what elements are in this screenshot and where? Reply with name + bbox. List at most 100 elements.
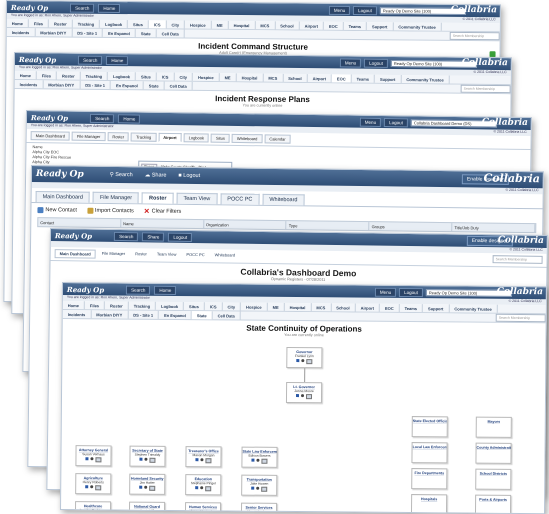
nav-situs[interactable]: Situs: [184, 302, 205, 310]
search-button[interactable]: ⚲ Search: [106, 171, 137, 179]
clear-filters-button[interactable]: ✕Clear Filters: [144, 207, 182, 215]
subnav-espanol[interactable]: En Espanol: [111, 81, 144, 89]
nav-tracking[interactable]: Tracking: [81, 72, 109, 80]
nav-airport[interactable]: Airport: [300, 22, 324, 30]
subnav-espanol[interactable]: En Espanol: [103, 29, 136, 37]
phone-icon[interactable]: [195, 458, 198, 461]
subnav-cell-data[interactable]: Cell Data: [213, 311, 241, 319]
subnav-ds-site[interactable]: DS - Site 1: [80, 81, 111, 89]
mail-icon[interactable]: [261, 459, 267, 464]
tab-whiteboard[interactable]: Whiteboard: [211, 251, 240, 260]
tab-team-view[interactable]: Team View: [153, 250, 181, 259]
nav-support[interactable]: Support: [367, 22, 393, 30]
nav-home[interactable]: Home: [15, 71, 37, 79]
home-button[interactable]: Home: [118, 114, 140, 123]
logout-button[interactable]: Logout: [384, 118, 408, 127]
nav-community-trustee[interactable]: Community Trustee: [401, 75, 449, 84]
search-input[interactable]: Search Membership: [450, 32, 500, 40]
tab-calendar[interactable]: Calendar: [264, 134, 290, 143]
org-box-department[interactable]: AgricultureHenry Roberts: [75, 473, 111, 494]
logout-button[interactable]: Logout: [353, 6, 377, 15]
org-box-department[interactable]: Homeland SecurityJim Hatter: [129, 474, 165, 495]
nav-eoc[interactable]: EOC: [332, 74, 352, 82]
column-header[interactable]: Groups: [370, 222, 453, 231]
tab-pocc-pc[interactable]: POCC PC: [220, 193, 259, 204]
subnav-espanol[interactable]: En Espanol: [159, 311, 192, 319]
org-box-department[interactable]: Treasurer's OfficeMason Morgan: [185, 446, 221, 467]
person-icon[interactable]: [200, 458, 203, 461]
nav-ics[interactable]: ICS: [157, 72, 175, 80]
person-icon[interactable]: [256, 487, 259, 490]
nav-community-trustee[interactable]: Community Trustee: [449, 304, 497, 312]
nav-teams[interactable]: Teams: [400, 304, 423, 312]
nav-roster[interactable]: Roster: [57, 71, 81, 79]
nav-situs[interactable]: Situs: [128, 20, 149, 28]
nav-teams[interactable]: Teams: [352, 75, 375, 83]
nav-community-trustee[interactable]: Community Trustee: [393, 22, 441, 30]
phone-icon[interactable]: [195, 486, 198, 489]
nav-situs[interactable]: Situs: [136, 72, 157, 80]
org-box-department[interactable]: HealthcareJennifer Rodriguez: [75, 501, 111, 514]
nav-support[interactable]: Support: [423, 304, 449, 312]
nav-me[interactable]: ME: [268, 303, 285, 311]
phone-icon[interactable]: [296, 394, 299, 397]
nav-city[interactable]: City: [174, 73, 193, 81]
org-box-group[interactable]: County Administrations: [475, 443, 511, 464]
search-input[interactable]: Search Membership: [493, 255, 543, 264]
tab-logbook[interactable]: Logbook: [184, 133, 209, 142]
subnav-state[interactable]: State: [136, 29, 157, 37]
mail-icon[interactable]: [95, 485, 101, 490]
subnav-morbian[interactable]: Morbian DIYY: [91, 310, 128, 318]
nav-teams[interactable]: Teams: [344, 22, 367, 30]
subnav-incidents[interactable]: Incidents: [15, 80, 44, 88]
home-button[interactable]: Home: [154, 285, 176, 294]
person-icon[interactable]: [301, 394, 304, 397]
tab-main-dashboard[interactable]: Main Dashboard: [36, 191, 90, 203]
subnav-state[interactable]: State: [144, 81, 165, 89]
search-input[interactable]: Search Membership: [496, 314, 546, 322]
org-box-department[interactable]: Attorney GeneralSusan Verhaus: [75, 445, 111, 466]
mail-icon[interactable]: [205, 486, 211, 491]
tab-situs[interactable]: Situs: [211, 134, 230, 143]
nav-home[interactable]: Home: [7, 19, 29, 27]
tab-roster[interactable]: Roster: [107, 132, 129, 141]
org-role[interactable]: Ports & Airports: [476, 498, 510, 502]
tab-file-manager[interactable]: File Manager: [98, 250, 129, 259]
subnav-cell-data[interactable]: Cell Data: [165, 82, 193, 90]
org-box-department[interactable]: State Law EnforcementEdison Bowers: [241, 447, 277, 468]
phone-icon[interactable]: [251, 459, 254, 462]
tab-pocc-pc[interactable]: POCC PC: [182, 251, 208, 260]
column-header[interactable]: Title/Job Duty: [452, 223, 535, 232]
tab-roster[interactable]: Roster: [142, 192, 174, 203]
person-icon[interactable]: [90, 485, 93, 488]
person-icon[interactable]: [256, 459, 259, 462]
mail-icon[interactable]: [306, 394, 312, 399]
subnav-ds-site[interactable]: DS - Site 1: [72, 29, 103, 37]
org-box-lt-governor[interactable]: Lt. Governor Jenna Moore: [286, 382, 322, 403]
org-box-group[interactable]: Fire Departments: [411, 468, 447, 489]
subnav-state[interactable]: State: [192, 311, 213, 319]
nav-city[interactable]: City: [222, 302, 241, 310]
column-header[interactable]: Contact: [38, 218, 121, 227]
menu-button[interactable]: Menu: [340, 58, 361, 67]
tab-file-manager[interactable]: File Manager: [72, 132, 105, 141]
nav-roster[interactable]: Roster: [105, 301, 129, 309]
nav-tracking[interactable]: Tracking: [73, 20, 101, 28]
mail-icon[interactable]: [149, 458, 155, 463]
menu-button[interactable]: Menu: [329, 5, 350, 14]
mail-icon[interactable]: [205, 458, 211, 463]
phone-icon[interactable]: [296, 359, 299, 362]
menu-button[interactable]: Menu: [360, 117, 381, 126]
nav-school[interactable]: School: [275, 21, 299, 29]
nav-hospital[interactable]: Hospital: [237, 73, 264, 81]
org-box-group[interactable]: State Elected Officials: [412, 416, 448, 437]
tab-main-dashboard[interactable]: Main Dashboard: [55, 249, 96, 259]
org-box-department[interactable]: Secretary of StateStephen Trimaldy: [129, 446, 165, 467]
org-box-group[interactable]: Local Law Enforcement: [411, 442, 447, 463]
tab-whiteboard[interactable]: Whiteboard: [232, 134, 263, 143]
tab-tracking[interactable]: Tracking: [131, 132, 156, 141]
nav-eoc[interactable]: EOC: [380, 304, 400, 312]
tab-whiteboard[interactable]: Whiteboard: [262, 194, 304, 206]
tab-main-dashboard[interactable]: Main Dashboard: [31, 131, 70, 141]
org-box-department[interactable]: National GuardJamie Hill: [129, 502, 165, 514]
